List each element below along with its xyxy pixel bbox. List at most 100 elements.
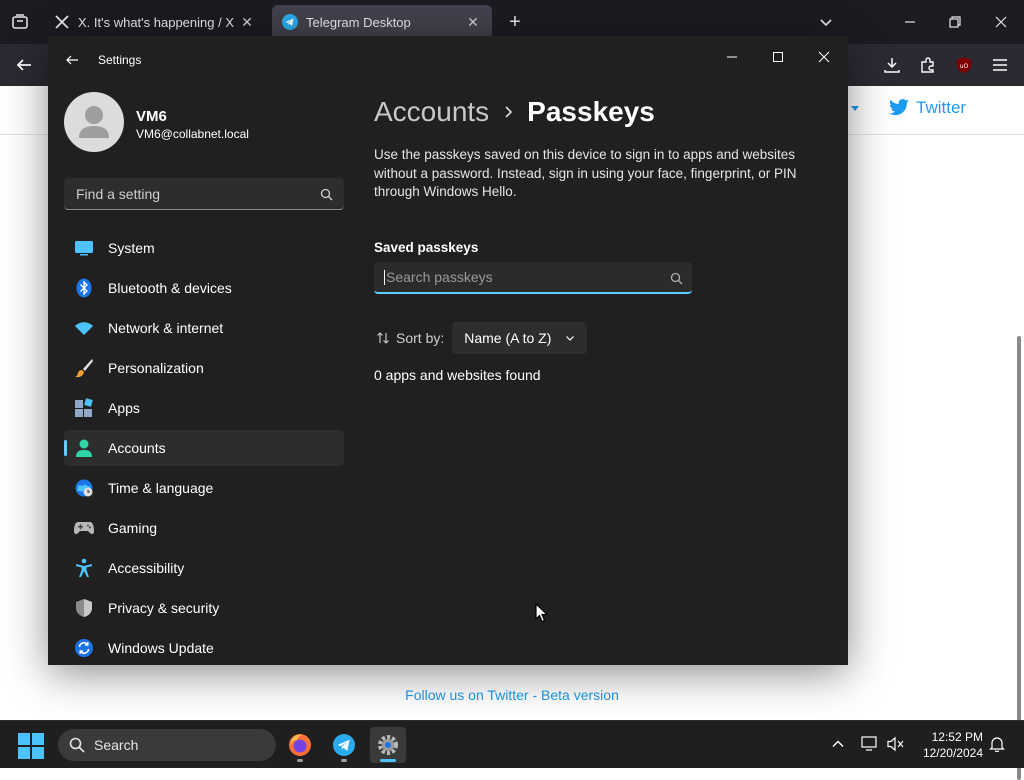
tab-title: Telegram Desktop [306, 14, 411, 30]
speaker-muted-icon [887, 736, 904, 752]
nav-item-apps[interactable]: Apps [64, 390, 344, 426]
close-tab-icon[interactable]: ✕ [238, 13, 256, 31]
running-indicator [341, 759, 347, 762]
caret-down-icon[interactable] [851, 106, 859, 111]
clock-time: 12:52 PM [931, 730, 983, 744]
new-tab-button[interactable]: + [503, 10, 527, 34]
tab-title: X. It's what's happening / X [78, 14, 234, 30]
nav-item-personalization[interactable]: Personalization [64, 350, 344, 386]
avatar[interactable] [64, 92, 124, 152]
nav-item-network[interactable]: Network & internet [64, 310, 344, 346]
breadcrumb-parent[interactable]: Accounts [374, 96, 489, 128]
nav-item-system[interactable]: System [64, 230, 344, 266]
chevron-up-icon [832, 740, 844, 747]
windows-logo-icon [18, 733, 30, 745]
taskbar-app-firefox[interactable] [282, 727, 318, 763]
page-description: Use the passkeys saved on this device to… [374, 147, 797, 199]
close-tab-icon[interactable]: ✕ [464, 13, 482, 31]
nav-item-accessibility[interactable]: Accessibility [64, 550, 344, 586]
twitter-bird-icon [889, 99, 909, 116]
tab-list-button[interactable] [6, 8, 34, 36]
arrow-left-icon [16, 59, 31, 71]
nav-item-label: Personalization [108, 360, 204, 376]
sync-icon [74, 638, 94, 658]
settings-minimize-button[interactable] [715, 42, 749, 72]
search-icon [68, 736, 86, 754]
taskbar-search[interactable]: Search [58, 729, 276, 761]
nav-item-time-language[interactable]: Time & language [64, 470, 344, 506]
nav-item-accounts[interactable]: Accounts [64, 430, 344, 466]
chevron-down-icon [820, 19, 832, 27]
apps-icon [74, 398, 94, 418]
globe-clock-icon [74, 478, 94, 498]
passkeys-page: Accounts Passkeys Use the passkeys saved… [374, 92, 834, 255]
nav-item-label: Apps [108, 400, 140, 416]
tab-x[interactable]: X. It's what's happening / X ✕ [44, 5, 266, 39]
network-monitor-icon [861, 736, 877, 751]
result-count: 0 apps and websites found [374, 367, 541, 383]
saved-passkeys-heading: Saved passkeys [374, 239, 479, 255]
user-silhouette-icon [79, 106, 109, 138]
tab-telegram[interactable]: Telegram Desktop ✕ [272, 5, 492, 39]
taskbar-app-telegram[interactable] [326, 727, 362, 763]
nav-item-privacy-security[interactable]: Privacy & security [64, 590, 344, 626]
telegram-icon [282, 14, 298, 30]
nav-item-label: Privacy & security [108, 600, 220, 616]
nav-item-label: Accounts [108, 440, 166, 456]
ublock-origin-icon: uO [957, 57, 971, 73]
active-indicator [380, 759, 396, 762]
sort-label: Sort by: [396, 330, 445, 346]
sort-row: Sort by: Name (A to Z) [376, 322, 588, 354]
find-setting-input[interactable] [74, 178, 309, 209]
browser-restore-button[interactable] [941, 8, 969, 36]
gamepad-icon [74, 518, 94, 538]
settings-close-button[interactable] [807, 42, 841, 72]
nav-item-label: Time & language [108, 480, 214, 496]
taskbar-clock[interactable]: 12:52 PM 12/20/2024 [915, 729, 983, 761]
search-passkeys-input[interactable] [384, 262, 654, 292]
settings-window: Settings VM6 VM6@collabnet.local System … [48, 36, 848, 665]
page-scrollbar[interactable] [1017, 336, 1021, 780]
app-menu-button[interactable] [986, 52, 1014, 78]
person-icon [74, 438, 94, 458]
profile-email: VM6@collabnet.local [136, 127, 249, 141]
text-caret [384, 270, 385, 285]
search-icon[interactable] [318, 186, 334, 202]
minimize-icon [905, 21, 915, 23]
network-tray-button[interactable] [859, 733, 881, 755]
volume-tray-button[interactable] [885, 733, 907, 755]
start-button[interactable] [18, 733, 44, 759]
arrow-left-icon [66, 55, 78, 65]
list-all-tabs-button[interactable] [814, 10, 838, 34]
nav-item-windows-update[interactable]: Windows Update [64, 630, 344, 665]
ublock-button[interactable]: uO [950, 52, 978, 78]
nav-item-label: System [108, 240, 155, 256]
settings-maximize-button[interactable] [761, 42, 795, 72]
browser-back-button[interactable] [10, 52, 38, 78]
browser-minimize-button[interactable] [896, 8, 924, 36]
extensions-button[interactable] [914, 52, 942, 78]
sort-dropdown[interactable]: Name (A to Z) [452, 322, 588, 354]
settings-back-button[interactable] [60, 48, 84, 72]
twitter-link-label: Twitter [916, 98, 967, 117]
nav-item-bluetooth[interactable]: Bluetooth & devices [64, 270, 344, 306]
downloads-button[interactable] [878, 52, 906, 78]
taskbar: Search 12:52 PM 12/20/2024 [0, 720, 1024, 768]
sort-arrows-icon [376, 331, 390, 345]
nav-item-label: Bluetooth & devices [108, 280, 232, 296]
footer-twitter-link[interactable]: Follow us on Twitter - Beta version [0, 687, 1024, 703]
maximize-icon [773, 52, 783, 62]
restore-icon [949, 16, 961, 28]
chevron-right-icon [503, 105, 513, 119]
show-hidden-icons-button[interactable] [827, 733, 849, 755]
twitter-link[interactable]: Twitter [888, 98, 966, 118]
taskbar-app-settings[interactable] [370, 727, 406, 763]
find-setting-box [64, 178, 344, 210]
search-icon[interactable] [668, 270, 684, 286]
minimize-icon [727, 56, 737, 58]
close-icon [995, 16, 1007, 28]
browser-close-button[interactable] [987, 8, 1015, 36]
nav-item-gaming[interactable]: Gaming [64, 510, 344, 546]
notifications-button[interactable] [986, 733, 1008, 755]
shield-icon [74, 598, 94, 618]
